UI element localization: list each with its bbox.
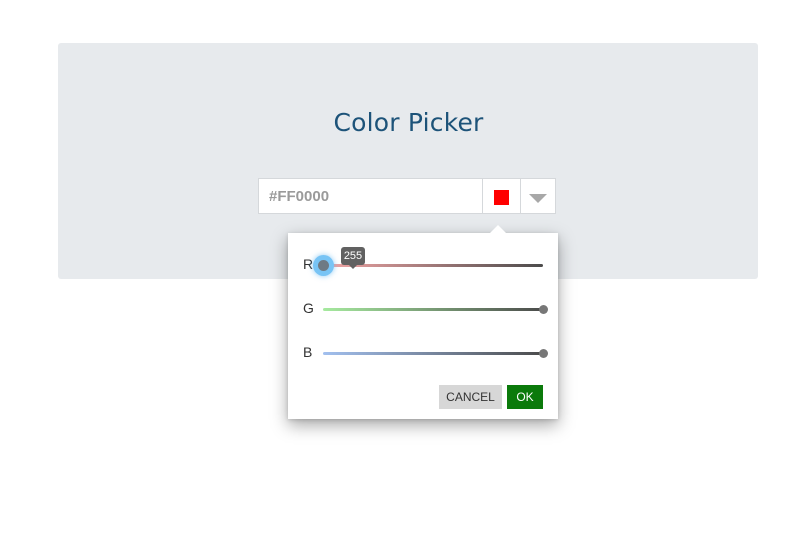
chevron-down-icon <box>529 194 547 203</box>
color-preview[interactable] <box>482 179 520 213</box>
slider-value-tooltip: 255 <box>341 247 365 269</box>
color-hex-input[interactable] <box>259 179 482 213</box>
slider-row-b: B <box>288 343 558 363</box>
slider-track-b[interactable] <box>323 349 548 358</box>
color-picker <box>258 178 556 214</box>
slider-track-r[interactable]: 255 <box>318 247 543 271</box>
cancel-button[interactable]: CANCEL <box>439 385 502 409</box>
slider-label-r: R <box>303 256 314 272</box>
page-title: Color Picker <box>333 108 484 137</box>
slider-thumb-b[interactable] <box>539 349 548 358</box>
slider-thumb-r[interactable]: 255 <box>318 247 365 271</box>
slider-label-b: B <box>303 344 313 360</box>
color-picker-popup: R 255 G B CANCEL OK <box>288 225 558 419</box>
slider-thumb-g[interactable] <box>539 305 548 314</box>
slider-label-g: G <box>303 300 314 316</box>
ok-button[interactable]: OK <box>507 385 543 409</box>
dropdown-button[interactable] <box>520 179 555 213</box>
slider-row-r: R 255 <box>288 247 558 275</box>
popup-caret <box>490 225 506 233</box>
color-swatch <box>494 190 509 205</box>
slider-track-g[interactable] <box>323 305 548 314</box>
slider-row-g: G <box>288 299 558 319</box>
